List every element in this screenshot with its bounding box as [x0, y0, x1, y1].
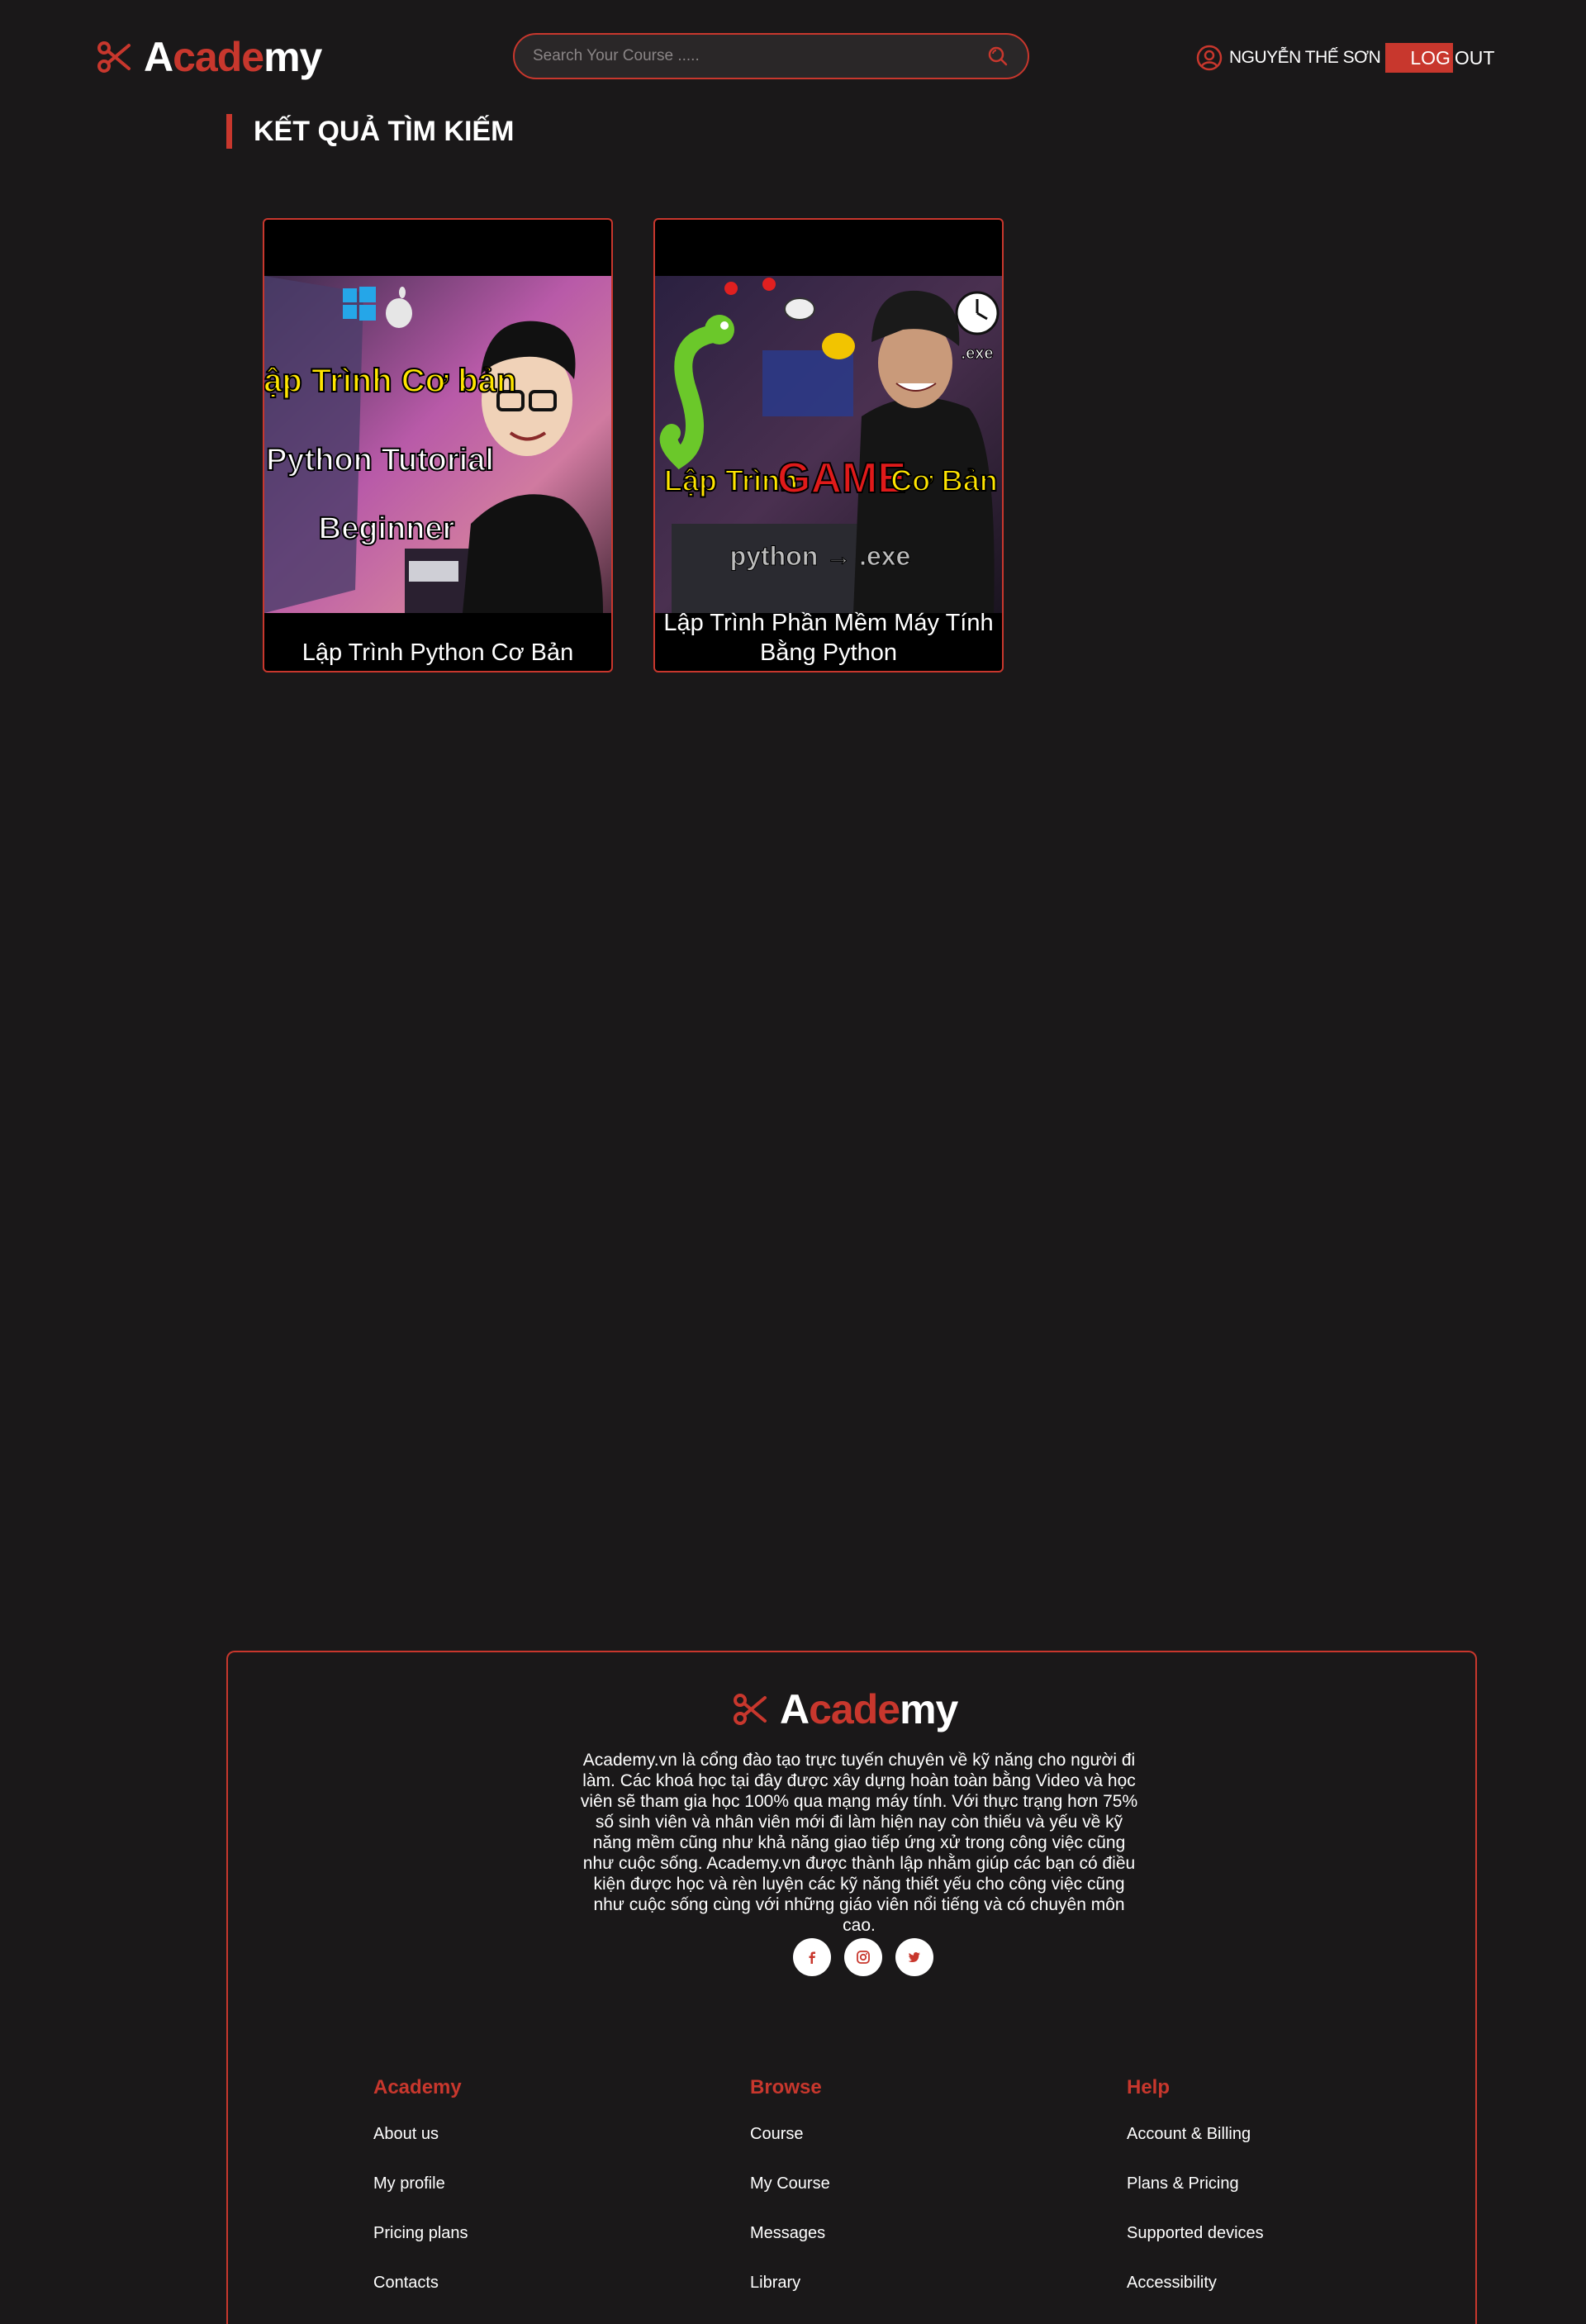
instagram-link[interactable]: [844, 1938, 882, 1976]
search-bar: [513, 33, 1029, 79]
logout-label-part2: OUT: [1454, 47, 1495, 69]
twitter-link[interactable]: [895, 1938, 933, 1976]
footer-column-heading: Academy: [373, 2076, 462, 2098]
footer-link-library[interactable]: Library: [750, 2270, 830, 2320]
course-thumbnail: .exe Lập Trình GAME Cơ Bản python → .exe: [655, 276, 1002, 613]
footer-link-course[interactable]: Course: [750, 2122, 830, 2171]
course-card[interactable]: Lập Trình Cơ bản Python Tutorial Beginne…: [263, 218, 613, 672]
footer-logo[interactable]: Academy: [732, 1685, 958, 1733]
svg-text:Python Tutorial: Python Tutorial: [266, 443, 494, 478]
course-title[interactable]: Lập Trình Phần Mềm Máy Tính Bằng Python: [655, 608, 1002, 668]
course-title[interactable]: Lập Trình Python Cơ Bản: [264, 638, 611, 668]
footer-column-browse: Browse Course My Course Messages Library: [750, 2075, 830, 2320]
svg-text:Lập Trình Cơ bản: Lập Trình Cơ bản: [264, 363, 516, 399]
instagram-icon: [857, 1951, 870, 1964]
svg-text:GAME: GAME: [777, 454, 906, 502]
header-logo[interactable]: Academy: [96, 33, 322, 81]
footer-column-help: Help Account & Billing Plans & Pricing S…: [1127, 2075, 1264, 2320]
scissors-icon: [97, 41, 131, 73]
footer-link-pricing-plans[interactable]: Pricing plans: [373, 2221, 468, 2270]
svg-text:Beginner: Beginner: [319, 511, 455, 546]
brand-wordmark: Academy: [780, 1686, 958, 1732]
scissors-icon: [734, 1694, 767, 1725]
footer-column-heading: Browse: [750, 2076, 822, 2098]
search-input[interactable]: [533, 47, 986, 65]
logout-label-part1: LOG: [1385, 43, 1453, 73]
page-title: KẾT QUẢ TÌM KIẾM: [226, 114, 514, 149]
header: Academy NGUYỄN THẾ SƠN LOGOUT: [0, 0, 1586, 116]
footer-link-messages[interactable]: Messages: [750, 2221, 830, 2270]
brand-wordmark: Academy: [144, 34, 322, 80]
username[interactable]: NGUYỄN THẾ SƠN: [1229, 48, 1381, 68]
search-icon[interactable]: [986, 45, 1009, 68]
svg-text:Cơ Bản: Cơ Bản: [890, 463, 998, 497]
footer-link-about-us[interactable]: About us: [373, 2122, 468, 2171]
footer: Academy Academy.vn là cổng đào tạo trực …: [226, 1651, 1477, 2324]
footer-link-contacts[interactable]: Contacts: [373, 2270, 468, 2320]
twitter-icon: [908, 1952, 920, 1962]
footer-link-my-profile[interactable]: My profile: [373, 2171, 468, 2221]
svg-text:.exe: .exe: [962, 345, 994, 363]
footer-description: Academy.vn là cổng đào tạo trực tuyến ch…: [580, 1751, 1138, 1935]
footer-link-my-course[interactable]: My Course: [750, 2171, 830, 2221]
facebook-icon: [809, 1951, 815, 1964]
social-links: [793, 1938, 933, 1976]
course-card[interactable]: .exe Lập Trình GAME Cơ Bản python → .exe…: [653, 218, 1004, 672]
footer-link-plans-pricing[interactable]: Plans & Pricing: [1127, 2171, 1264, 2221]
course-thumbnail: Lập Trình Cơ bản Python Tutorial Beginne…: [264, 276, 611, 613]
facebook-link[interactable]: [793, 1938, 831, 1976]
svg-text:python → .exe: python → .exe: [730, 541, 911, 571]
footer-column-academy: Academy About us My profile Pricing plan…: [373, 2075, 468, 2320]
logout-button[interactable]: LOG OUT: [1385, 43, 1496, 73]
user-area: NGUYỄN THẾ SƠN LOG OUT: [1196, 41, 1496, 74]
footer-link-supported-devices[interactable]: Supported devices: [1127, 2221, 1264, 2270]
footer-link-account-billing[interactable]: Account & Billing: [1127, 2122, 1264, 2171]
footer-link-accessibility[interactable]: Accessibility: [1127, 2270, 1264, 2320]
footer-column-heading: Help: [1127, 2076, 1171, 2098]
user-icon[interactable]: [1196, 45, 1223, 71]
